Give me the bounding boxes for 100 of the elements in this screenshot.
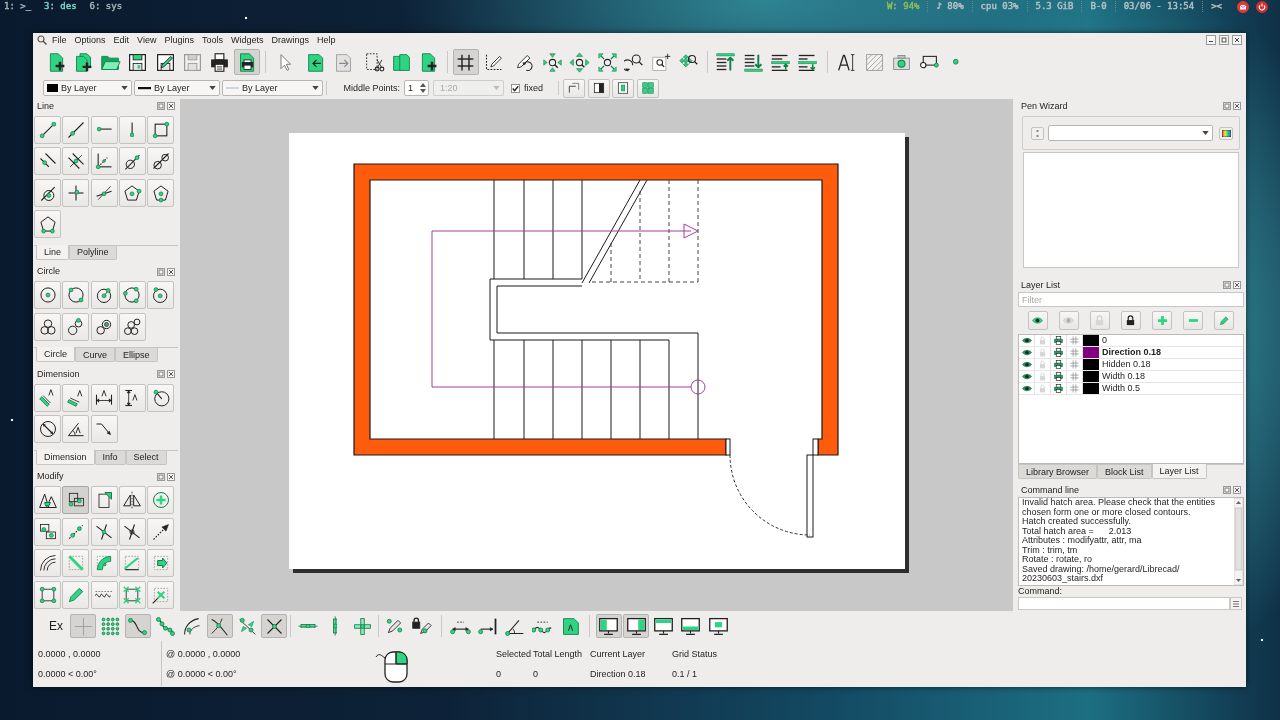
menu-item[interactable]: Widgets xyxy=(226,34,268,46)
dock-tab[interactable]: Ellipse xyxy=(115,348,158,362)
lengthen-button[interactable] xyxy=(147,517,175,546)
middle-snap-button[interactable] xyxy=(206,614,233,638)
close-icon[interactable] xyxy=(167,472,175,481)
dock-tab[interactable]: Block List xyxy=(1097,465,1152,479)
close-icon[interactable] xyxy=(1233,281,1241,289)
dock-tab[interactable]: Select xyxy=(125,450,167,465)
dock-tab[interactable]: Line xyxy=(36,244,69,260)
four-circles-button[interactable] xyxy=(118,312,146,341)
workspace-tab[interactable]: 3: des xyxy=(44,0,77,13)
trim-button[interactable] xyxy=(90,517,118,546)
eye-icon[interactable] xyxy=(1021,337,1032,344)
printer-icon[interactable] xyxy=(1054,360,1063,369)
grid-button[interactable] xyxy=(452,49,479,75)
cross-line-button[interactable] xyxy=(62,178,90,207)
mail-icon[interactable] xyxy=(1237,0,1249,13)
lock-all-layers-button[interactable] xyxy=(1121,311,1141,330)
scrollbar[interactable] xyxy=(1234,498,1243,585)
rectangle-button[interactable] xyxy=(147,115,175,144)
workspace-tab[interactable]: 1: >_ xyxy=(4,0,32,13)
print-preview-button[interactable] xyxy=(234,49,261,75)
circle-radius-button[interactable] xyxy=(147,281,175,309)
vertical-dimension-button[interactable] xyxy=(118,383,146,412)
dock-tab[interactable]: Circle xyxy=(36,347,75,362)
angular-dimension-button[interactable] xyxy=(62,415,90,443)
dock-tab[interactable]: Library Browser xyxy=(1018,465,1098,479)
snap-corner-button[interactable] xyxy=(563,78,586,98)
color-swatch[interactable] xyxy=(1083,335,1099,346)
dock-tab[interactable]: Curve xyxy=(75,348,116,362)
dock-tab[interactable]: Dimension xyxy=(36,449,95,465)
close-icon[interactable] xyxy=(167,267,175,276)
frame-button[interactable] xyxy=(612,78,635,98)
angle-axis-line-button[interactable] xyxy=(90,147,118,175)
horizontal-dimension-button[interactable] xyxy=(90,383,118,412)
circle-three-points-button[interactable] xyxy=(118,281,146,309)
power-icon[interactable] xyxy=(1256,0,1268,13)
menu-item[interactable]: Plugins xyxy=(160,34,198,46)
two-circle-tangent-button[interactable] xyxy=(147,147,175,175)
close-icon[interactable] xyxy=(1233,102,1241,110)
offset-button[interactable] xyxy=(34,549,61,577)
color-swatch[interactable] xyxy=(1083,383,1099,394)
properties-button[interactable] xyxy=(34,580,61,609)
restore-icon[interactable] xyxy=(1219,35,1229,45)
eye-icon[interactable] xyxy=(1021,349,1032,356)
layer-name[interactable]: Width 0.18 xyxy=(1099,371,1146,382)
leader-button[interactable] xyxy=(90,415,118,443)
menu-item[interactable]: Tools xyxy=(197,34,227,46)
polygon-center-tangent-button[interactable] xyxy=(147,178,175,207)
view-right-button[interactable] xyxy=(623,614,650,638)
orthogonal-line-button[interactable] xyxy=(34,178,61,207)
color-picker-button[interactable] xyxy=(1219,126,1233,140)
tangent-circle-button[interactable] xyxy=(62,312,90,341)
polygon-two-corners-button[interactable] xyxy=(34,210,61,238)
printer-icon[interactable] xyxy=(1054,336,1063,345)
menu-item[interactable]: Help xyxy=(313,34,340,46)
printer-icon[interactable] xyxy=(1054,384,1063,393)
filter-input[interactable]: Filter xyxy=(1018,292,1244,307)
menu-item[interactable]: Edit xyxy=(109,34,134,46)
minimize-icon[interactable] xyxy=(1206,35,1216,45)
close-icon[interactable] xyxy=(1232,35,1242,45)
tangent-line-button[interactable] xyxy=(118,147,146,175)
eye-icon[interactable] xyxy=(1021,373,1032,380)
color-swatch[interactable] xyxy=(1083,347,1099,358)
middle-points-spinbox[interactable]: 1 xyxy=(403,80,429,96)
eye-icon[interactable] xyxy=(1021,361,1032,368)
concentric-circle-button[interactable] xyxy=(90,312,118,341)
three-circles-button[interactable] xyxy=(34,312,61,341)
pen-color-select[interactable]: By Layer xyxy=(43,80,132,96)
menu-item[interactable]: View xyxy=(133,34,161,46)
view-left-button[interactable] xyxy=(596,614,622,638)
history-button[interactable] xyxy=(1230,597,1242,610)
layer-name[interactable]: Direction 0.18 xyxy=(1099,347,1162,358)
dock-tab[interactable]: Info xyxy=(94,450,126,465)
radius-dimension-button[interactable] xyxy=(147,383,175,412)
menu-item[interactable]: File xyxy=(48,34,71,46)
linear-dimension-button[interactable] xyxy=(62,383,90,412)
menu-item[interactable]: Drawings xyxy=(267,34,313,46)
half-fill-button[interactable] xyxy=(587,78,610,98)
command-input[interactable] xyxy=(1018,597,1230,610)
close-icon[interactable] xyxy=(167,102,175,110)
printer-icon[interactable] xyxy=(1054,372,1063,381)
workspace-tab[interactable]: 6: sys xyxy=(89,0,123,13)
layer-name[interactable]: Width 0.5 xyxy=(1099,383,1141,394)
intersection-snap-button[interactable] xyxy=(261,614,288,638)
layer-name[interactable]: 0 xyxy=(1099,335,1107,346)
line-type-select[interactable]: By Layer xyxy=(222,80,323,96)
layer-name[interactable]: Hidden 0.18 xyxy=(1099,359,1151,370)
eye-icon[interactable] xyxy=(1021,385,1032,392)
dock-tab[interactable]: Polyline xyxy=(69,245,117,260)
diameter-dimension-button[interactable] xyxy=(34,415,61,443)
mirror-button[interactable] xyxy=(118,486,146,514)
zoom-out-button[interactable] xyxy=(566,49,593,75)
move-copy-button[interactable] xyxy=(62,486,90,514)
pen-width-select[interactable]: By Layer xyxy=(134,80,220,96)
scale-button[interactable] xyxy=(90,486,118,514)
menu-item[interactable]: Options xyxy=(70,34,110,46)
trim-two-button[interactable] xyxy=(118,517,146,546)
endpoint-snap-button[interactable] xyxy=(124,614,151,638)
circle-two-points-button[interactable] xyxy=(62,281,90,309)
